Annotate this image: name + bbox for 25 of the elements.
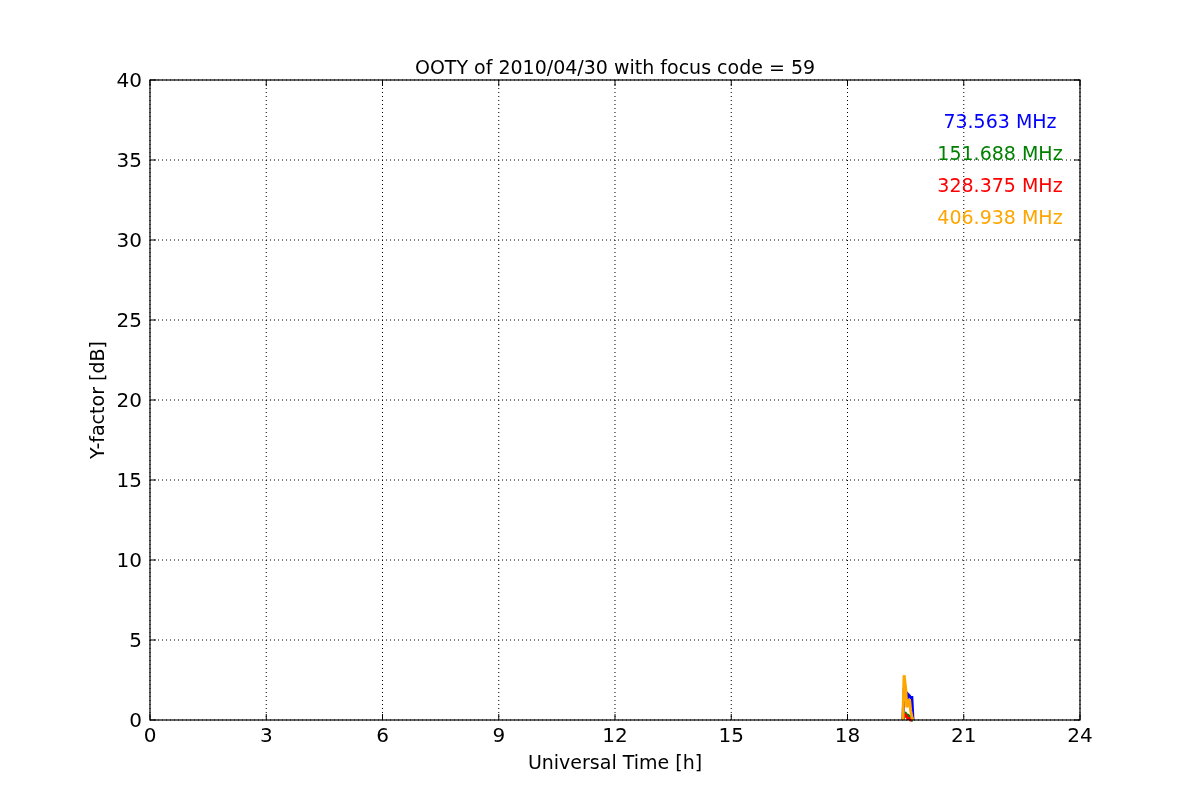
- x-axis-label: Universal Time [h]: [527, 751, 703, 773]
- x-tick-label: 3: [259, 723, 273, 747]
- y-tick-label: 35: [116, 148, 142, 172]
- y-tick-label: 40: [116, 68, 142, 92]
- y-tick-label: 0: [129, 708, 142, 732]
- x-tick-label: 9: [492, 723, 506, 747]
- y-tick-label: 15: [116, 468, 142, 492]
- chart-title: OOTY of 2010/04/30 with focus code = 59: [414, 56, 816, 78]
- legend-label: 328.375 MHz: [937, 174, 1063, 196]
- x-tick-label: 24: [1067, 723, 1093, 747]
- x-tick-label: 18: [834, 723, 861, 747]
- x-tick-label: 6: [376, 723, 389, 747]
- x-tick-label: 15: [718, 723, 744, 747]
- x-tick-label: 12: [602, 723, 628, 747]
- x-tick-label: 0: [143, 723, 157, 747]
- y-tick-label: 10: [116, 548, 142, 572]
- y-tick-label: 5: [129, 628, 142, 652]
- legend-label: 151.688 MHz: [937, 142, 1063, 164]
- legend-label: 406.938 MHz: [937, 206, 1063, 228]
- y-tick-label: 30: [116, 228, 142, 252]
- legend-label: 73.563 MHz: [943, 110, 1057, 132]
- x-tick-label: 21: [951, 723, 977, 747]
- y-tick-label: 20: [116, 388, 142, 412]
- y-tick-label: 25: [116, 308, 142, 332]
- y-axis-label: Y-factor [dB]: [86, 341, 108, 459]
